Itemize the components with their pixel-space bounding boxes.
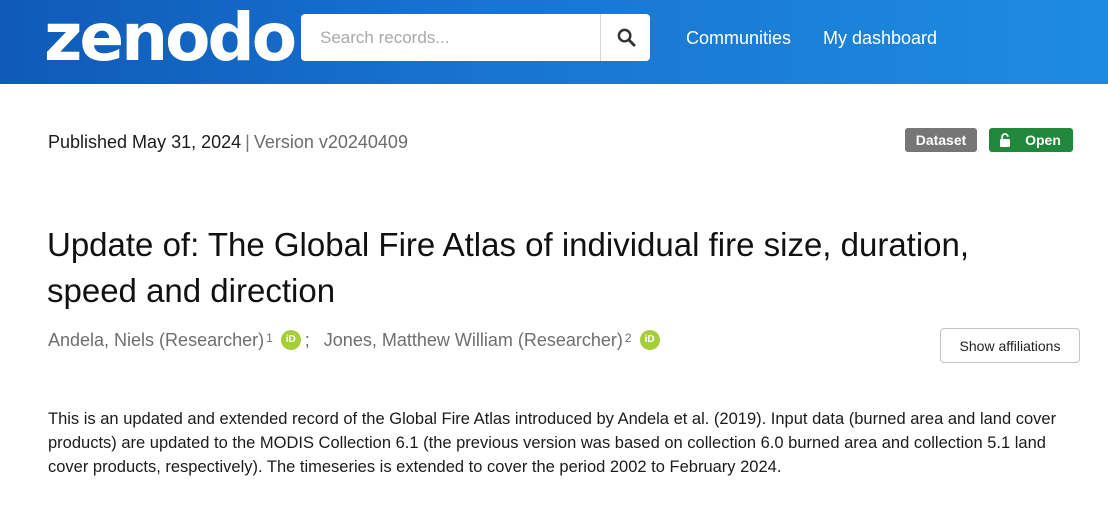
record-title: Update of: The Global Fire Atlas of indi… xyxy=(47,226,970,309)
orcid-icon[interactable]: iD xyxy=(280,330,301,350)
show-affiliations-button[interactable]: Show affiliations xyxy=(940,328,1080,363)
creator-name[interactable]: Jones, Matthew William (Researcher) xyxy=(324,329,623,351)
search-button[interactable] xyxy=(600,14,651,61)
site-header: zenodo Communities My dashboard xyxy=(0,0,1108,84)
publication-info: Published May 31, 2024 | Version v20240409 xyxy=(48,131,408,153)
affiliation-index: 1 xyxy=(266,331,273,345)
creator-separator: ; xyxy=(304,330,310,350)
orcid-icon[interactable]: iD xyxy=(639,330,660,350)
creators-list: Andela, Niels (Researcher) 1 iD ; Jones,… xyxy=(48,329,660,351)
record-description: This is an updated and extended record o… xyxy=(48,410,1057,476)
unlock-icon xyxy=(1000,133,1011,147)
search-box xyxy=(301,14,650,61)
publication-separator: | xyxy=(245,132,250,152)
nav-communities[interactable]: Communities xyxy=(686,28,791,48)
access-status-label: Open xyxy=(1025,132,1061,148)
search-input[interactable] xyxy=(301,14,600,61)
nav-my-dashboard[interactable]: My dashboard xyxy=(823,28,937,48)
creator-name[interactable]: Andela, Niels (Researcher) xyxy=(48,329,264,351)
resource-type-badge: Dataset xyxy=(905,128,977,152)
search-icon xyxy=(617,28,636,47)
published-date: Published May 31, 2024 xyxy=(48,132,242,152)
affiliation-index: 2 xyxy=(624,331,632,345)
resource-type-label: Dataset xyxy=(915,132,967,148)
zenodo-logo[interactable]: zenodo xyxy=(44,2,297,74)
version-label: Version v20240409 xyxy=(253,132,408,152)
access-status-badge: Open xyxy=(989,128,1073,152)
